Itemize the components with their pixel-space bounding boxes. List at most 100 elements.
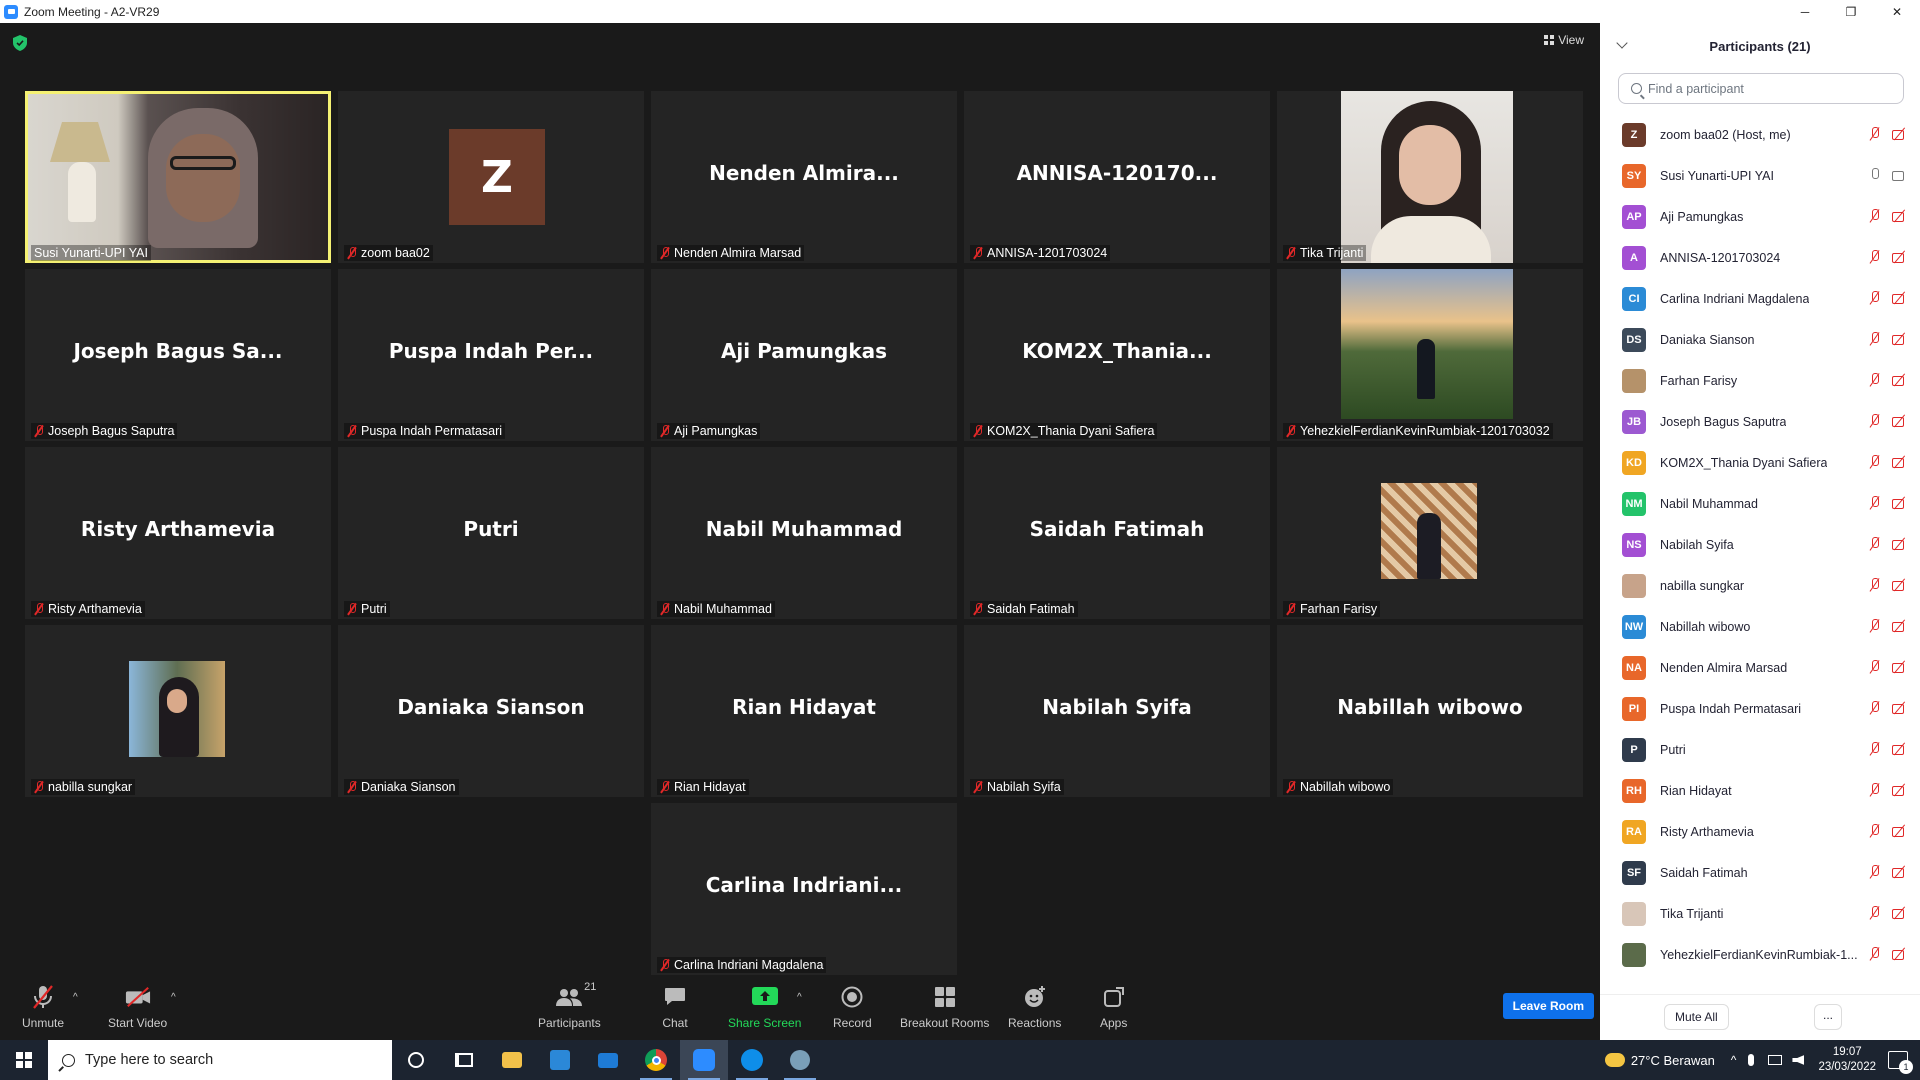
store-button[interactable] [536, 1040, 584, 1080]
video-tile[interactable]: Nenden Almira... Nenden Almira Marsad [651, 91, 957, 263]
camera-off-icon[interactable] [1892, 906, 1906, 920]
participant-row[interactable]: RA Risty Arthamevia [1600, 811, 1920, 852]
zoom-taskbar-button[interactable] [680, 1040, 728, 1080]
participant-row[interactable]: RH Rian Hidayat [1600, 770, 1920, 811]
camera-off-icon[interactable] [1892, 824, 1906, 838]
participant-row[interactable]: NS Nabilah Syifa [1600, 524, 1920, 565]
video-tile[interactable]: Putri Putri [338, 447, 644, 619]
microphone-muted-icon[interactable] [1868, 906, 1882, 920]
microphone-muted-icon[interactable] [1868, 947, 1882, 961]
video-tile[interactable]: Tika Trijanti [1277, 91, 1583, 263]
participant-row[interactable]: PI Puspa Indah Permatasari [1600, 688, 1920, 729]
volume-icon[interactable] [1792, 1055, 1805, 1065]
minimize-button[interactable]: ─ [1782, 0, 1828, 23]
camera-off-icon[interactable] [1892, 496, 1906, 510]
camera-off-icon[interactable] [1892, 373, 1906, 387]
camera-off-icon[interactable] [1892, 414, 1906, 428]
microphone-icon[interactable] [1748, 1054, 1755, 1066]
participant-row[interactable]: Zzoom baa02 (Host, me) [1600, 114, 1920, 155]
video-tile[interactable]: YehezkielFerdianKevinRumbiak-1201703032 [1277, 269, 1583, 441]
participant-row[interactable]: nabilla sungkar [1600, 565, 1920, 606]
microphone-muted-icon[interactable] [1868, 332, 1882, 346]
share-screen-button[interactable]: Share Screen [728, 984, 801, 1030]
microphone-muted-icon[interactable] [1868, 414, 1882, 428]
snipping-tool-button[interactable] [776, 1040, 824, 1080]
video-tile[interactable]: KOM2X_Thania... KOM2X_Thania Dyani Safier… [964, 269, 1270, 441]
camera-off-icon[interactable] [1892, 865, 1906, 879]
mute-all-button[interactable]: Mute All [1664, 1004, 1729, 1030]
close-button[interactable]: ✕ [1874, 0, 1920, 23]
participant-row[interactable]: YehezkielFerdianKevinRumbiak-1... [1600, 934, 1920, 975]
microphone-muted-icon[interactable] [1868, 742, 1882, 756]
camera-off-icon[interactable] [1892, 660, 1906, 674]
show-hidden-icons-chevron-icon[interactable]: ^ [1731, 1053, 1737, 1067]
participant-row[interactable]: KD KOM2X_Thania Dyani Safiera [1600, 442, 1920, 483]
video-tile[interactable]: Saidah Fatimah Saidah Fatimah [964, 447, 1270, 619]
video-tile[interactable]: Risty Arthamevia Risty Arthamevia [25, 447, 331, 619]
microphone-muted-icon[interactable] [1868, 701, 1882, 715]
video-tile[interactable]: nabilla sungkar [25, 625, 331, 797]
video-tile[interactable]: Aji Pamungkas Aji Pamungkas [651, 269, 957, 441]
camera-off-icon[interactable] [1892, 701, 1906, 715]
microphone-muted-icon[interactable] [1868, 865, 1882, 879]
chevron-down-icon[interactable] [1616, 37, 1628, 49]
participant-row[interactable]: Farhan Farisy [1600, 360, 1920, 401]
camera-off-icon[interactable] [1892, 291, 1906, 305]
microphone-muted-icon[interactable] [1868, 578, 1882, 592]
video-tile[interactable]: Puspa Indah Per... Puspa Indah Permatasar… [338, 269, 644, 441]
network-icon[interactable] [1768, 1055, 1783, 1065]
participant-row[interactable]: P Putri [1600, 729, 1920, 770]
camera-off-icon[interactable] [1892, 455, 1906, 469]
camera-icon[interactable] [1892, 168, 1906, 182]
encryption-shield-icon[interactable] [13, 35, 27, 51]
chat-button[interactable]: Chat [662, 984, 688, 1030]
mail-button[interactable] [584, 1040, 632, 1080]
weather-icon[interactable] [1604, 1053, 1625, 1067]
video-tile[interactable]: Nabil Muhammad Nabil Muhammad [651, 447, 957, 619]
microphone-muted-icon[interactable] [1868, 373, 1882, 387]
microphone-muted-icon[interactable] [1868, 824, 1882, 838]
participant-row[interactable]: NW Nabillah wibowo [1600, 606, 1920, 647]
participant-row[interactable]: CI Carlina Indriani Magdalena [1600, 278, 1920, 319]
start-button[interactable] [0, 1040, 48, 1080]
participant-row[interactable]: DS Daniaka Sianson [1600, 319, 1920, 360]
participant-row[interactable]: Tika Trijanti [1600, 893, 1920, 934]
notifications-icon[interactable]: 1 [1888, 1051, 1913, 1074]
chrome-button[interactable] [632, 1040, 680, 1080]
video-tile[interactable]: Nabillah wibowo Nabillah wibowo [1277, 625, 1583, 797]
microphone-muted-icon[interactable] [1868, 496, 1882, 510]
teamviewer-button[interactable] [728, 1040, 776, 1080]
participant-row[interactable]: AP Aji Pamungkas [1600, 196, 1920, 237]
video-options-caret[interactable]: ^ [171, 992, 176, 1003]
microphone-icon[interactable] [1868, 168, 1882, 182]
participant-row[interactable]: SY Susi Yunarti-UPI YAI [1600, 155, 1920, 196]
video-tile[interactable]: Daniaka Sianson Daniaka Sianson [338, 625, 644, 797]
camera-off-icon[interactable] [1892, 250, 1906, 264]
camera-off-icon[interactable] [1892, 742, 1906, 756]
participants-button[interactable]: 21 Participants [538, 981, 601, 1030]
participant-row[interactable]: NM Nabil Muhammad [1600, 483, 1920, 524]
microphone-muted-icon[interactable] [1868, 291, 1882, 305]
camera-off-icon[interactable] [1892, 578, 1906, 592]
record-button[interactable]: Record [833, 984, 872, 1030]
camera-off-icon[interactable] [1892, 783, 1906, 797]
camera-off-icon[interactable] [1892, 209, 1906, 223]
video-tile[interactable]: Zzoom baa02 [338, 91, 644, 263]
microphone-muted-icon[interactable] [1868, 783, 1882, 797]
video-tile[interactable]: Joseph Bagus Sa... Joseph Bagus Saputra [25, 269, 331, 441]
more-options-button[interactable]: ... [1814, 1004, 1842, 1030]
reactions-button[interactable]: Reactions [1008, 984, 1061, 1030]
start-video-button[interactable]: Start Video [108, 984, 167, 1030]
microphone-muted-icon[interactable] [1868, 537, 1882, 551]
apps-button[interactable]: Apps [1100, 984, 1127, 1030]
breakout-rooms-button[interactable]: Breakout Rooms [900, 984, 989, 1030]
weather-text[interactable]: 27°C Berawan [1631, 1053, 1715, 1068]
participant-row[interactable]: JB Joseph Bagus Saputra [1600, 401, 1920, 442]
view-button[interactable]: View [1544, 33, 1584, 47]
audio-options-caret[interactable]: ^ [73, 992, 78, 1003]
camera-off-icon[interactable] [1892, 619, 1906, 633]
video-tile[interactable]: Nabilah Syifa Nabilah Syifa [964, 625, 1270, 797]
camera-off-icon[interactable] [1892, 127, 1906, 141]
participant-row[interactable]: SF Saidah Fatimah [1600, 852, 1920, 893]
microphone-muted-icon[interactable] [1868, 619, 1882, 633]
